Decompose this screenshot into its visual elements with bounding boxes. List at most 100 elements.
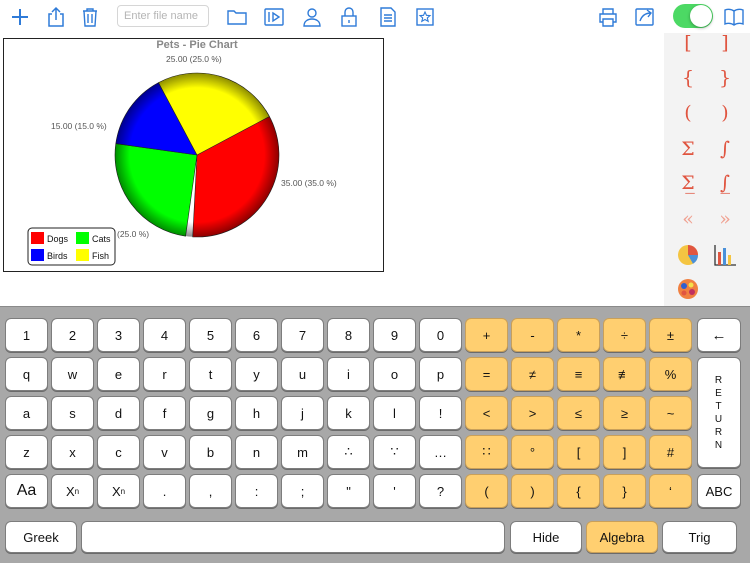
trig-key[interactable]: Trig [662,521,737,553]
palette-right-paren[interactable]: ) [710,98,740,128]
key-degree[interactable]: ° [511,435,554,469]
key-w[interactable]: w [51,357,94,391]
key-i[interactable]: i [327,357,370,391]
print-icon[interactable] [596,5,620,29]
key-colon[interactable]: : [235,474,278,508]
lock-icon[interactable] [337,5,361,29]
key-exclamation[interactable]: ! [419,396,462,430]
key-percent[interactable]: % [649,357,692,391]
key-5[interactable]: 5 [189,318,232,352]
palette-right-bracket[interactable]: ] [710,28,740,58]
key-o[interactable]: o [373,357,416,391]
key-2[interactable]: 2 [51,318,94,352]
key-v[interactable]: v [143,435,186,469]
greek-key[interactable]: Greek [5,521,77,553]
palette-double-left[interactable]: « [673,204,703,234]
key-not-equal[interactable]: ≠ [511,357,554,391]
key-m[interactable]: m [281,435,324,469]
key-ellipsis[interactable]: … [419,435,462,469]
key-left-bracket[interactable]: [ [557,435,600,469]
star-icon[interactable] [413,5,437,29]
key-equals[interactable]: = [465,357,508,391]
key-minus[interactable]: - [511,318,554,352]
key-y[interactable]: y [235,357,278,391]
key-7[interactable]: 7 [281,318,324,352]
key-less-equal[interactable]: ≤ [557,396,600,430]
palette-double-right[interactable]: » [710,204,740,234]
key-0[interactable]: 0 [419,318,462,352]
key-right-brace[interactable]: } [603,474,646,508]
key-x[interactable]: x [51,435,94,469]
key-tilde[interactable]: ~ [649,396,692,430]
subscript-key[interactable]: Xn [97,474,140,508]
algebra-key[interactable]: Algebra [586,521,658,553]
export-icon[interactable] [633,5,657,29]
key-left-brace[interactable]: { [557,474,600,508]
backspace-key[interactable]: ← [697,318,741,352]
color-palette-icon[interactable] [673,274,703,304]
key-f[interactable]: f [143,396,186,430]
key-t[interactable]: t [189,357,232,391]
hide-key[interactable]: Hide [510,521,582,553]
font-key[interactable]: Aa [5,474,48,508]
folder-icon[interactable] [225,5,249,29]
superscript-key[interactable]: Xn [51,474,94,508]
key-single-quote[interactable]: ' [373,474,416,508]
palette-sum[interactable]: Σ [673,134,703,164]
key-1[interactable]: 1 [5,318,48,352]
key-period[interactable]: . [143,474,186,508]
key-plus[interactable]: + [465,318,508,352]
key-e[interactable]: e [97,357,140,391]
key-n[interactable]: n [235,435,278,469]
palette-sum-limits[interactable]: Σ̲ [673,168,703,198]
key-greater-equal[interactable]: ≥ [603,396,646,430]
key-greater-than[interactable]: > [511,396,554,430]
key-a[interactable]: a [5,396,48,430]
key-comma[interactable]: , [189,474,232,508]
play-icon[interactable] [262,5,286,29]
key-d[interactable]: d [97,396,140,430]
key-semicolon[interactable]: ; [281,474,324,508]
key-proportion[interactable]: ∷ [465,435,508,469]
add-icon[interactable] [8,5,32,29]
key-p[interactable]: p [419,357,462,391]
palette-integral-limits[interactable]: ∫̲ [710,168,740,198]
key-therefore[interactable]: ∴ [327,435,370,469]
book-icon[interactable] [722,5,746,29]
key-right-bracket[interactable]: ] [603,435,646,469]
key-4[interactable]: 4 [143,318,186,352]
bar-chart-icon[interactable] [710,240,740,270]
file-name-input[interactable] [117,5,209,27]
key-3[interactable]: 3 [97,318,140,352]
key-hash[interactable]: # [649,435,692,469]
abc-key[interactable]: ABC [697,474,741,508]
key-left-paren[interactable]: ( [465,474,508,508]
key-z[interactable]: z [5,435,48,469]
key-divide[interactable]: ÷ [603,318,646,352]
key-9[interactable]: 9 [373,318,416,352]
palette-left-paren[interactable]: ( [673,98,703,128]
key-less-than[interactable]: < [465,396,508,430]
key-question[interactable]: ? [419,474,462,508]
pie-chart[interactable]: Pets - Pie Chart 35.00 (35.0 %) (25.0 %) 1… [3,38,384,272]
key-identical[interactable]: ≡ [557,357,600,391]
key-u[interactable]: u [281,357,324,391]
space-key[interactable] [81,521,505,553]
key-8[interactable]: 8 [327,318,370,352]
pie-chart-icon[interactable] [673,240,703,270]
key-l[interactable]: l [373,396,416,430]
key-s[interactable]: s [51,396,94,430]
mode-toggle[interactable] [673,4,713,28]
key-prime[interactable]: ‘ [649,474,692,508]
palette-integral[interactable]: ∫ [710,134,740,164]
trash-icon[interactable] [78,5,102,29]
palette-left-bracket[interactable]: [ [673,28,703,58]
key-right-paren[interactable]: ) [511,474,554,508]
person-icon[interactable] [300,5,324,29]
key-double-quote[interactable]: " [327,474,370,508]
key-multiply[interactable]: * [557,318,600,352]
key-g[interactable]: g [189,396,232,430]
document-icon[interactable] [376,5,400,29]
return-key[interactable]: R E T U R N [697,357,741,468]
key-plus-minus[interactable]: ± [649,318,692,352]
